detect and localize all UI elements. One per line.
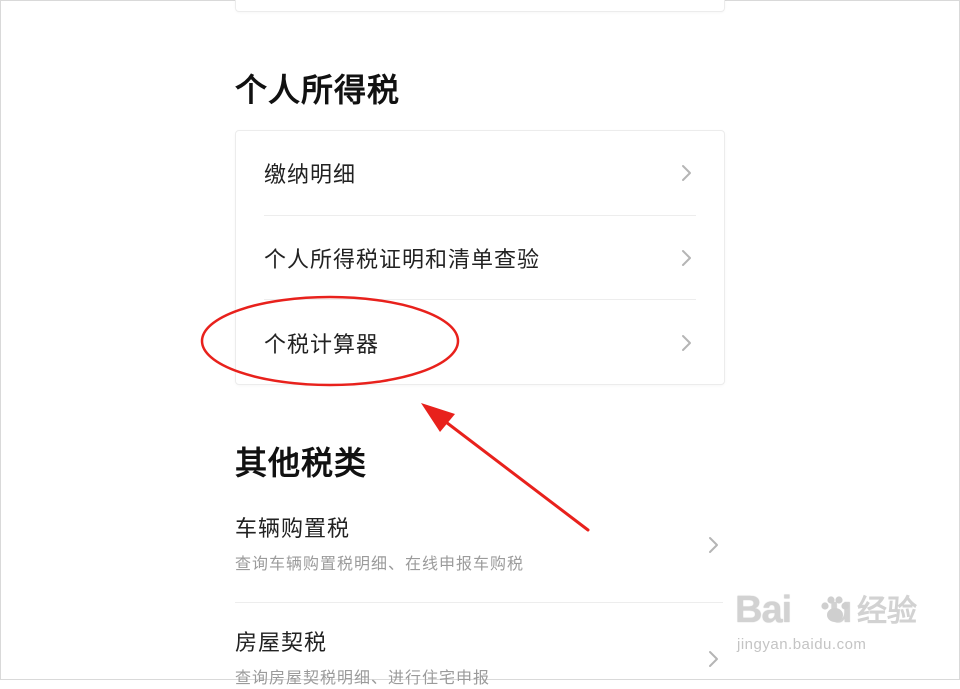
previous-card-bottom <box>235 0 725 12</box>
watermark-cn: 经验 <box>857 594 917 629</box>
watermark: Bai u 经验 jingyan.baidu.com <box>735 588 925 660</box>
list-item-title: 房屋契税 <box>235 631 328 656</box>
arrow-icon <box>421 403 590 532</box>
section-title-other-taxes: 其他税类 <box>235 444 368 482</box>
watermark-url: jingyan.baidu.com <box>737 636 867 653</box>
chevron-right-icon <box>682 335 691 351</box>
personal-income-tax-card: 缴纳明细 个人所得税证明和清单查验 个税计算器 <box>235 130 725 385</box>
paw-icon <box>821 596 849 622</box>
divider <box>264 299 696 300</box>
list-item-house-deed-tax[interactable]: 房屋契税 查询房屋契税明细、进行住宅申报 <box>235 629 723 689</box>
menu-item-certificate-verification[interactable]: 个人所得税证明和清单查验 <box>264 216 696 300</box>
chevron-right-icon <box>682 165 691 181</box>
menu-item-label: 个人所得税证明和清单查验 <box>264 248 541 273</box>
list-item-description: 查询房屋契税明细、进行住宅申报 <box>235 668 491 687</box>
section-title-personal-income-tax: 个人所得税 <box>235 71 401 109</box>
watermark-brand: Bai u <box>735 589 852 631</box>
menu-item-payment-details[interactable]: 缴纳明细 <box>264 131 696 215</box>
list-item-title: 车辆购置税 <box>235 517 351 542</box>
menu-item-label: 个税计算器 <box>264 333 380 358</box>
divider <box>235 602 723 603</box>
chevron-right-icon <box>709 537 718 553</box>
chevron-right-icon <box>682 250 691 266</box>
chevron-right-icon <box>709 651 718 667</box>
list-item-description: 查询车辆购置税明细、在线申报车购税 <box>235 554 525 573</box>
menu-item-label: 缴纳明细 <box>264 163 357 188</box>
list-item-vehicle-purchase-tax[interactable]: 车辆购置税 查询车辆购置税明细、在线申报车购税 <box>235 515 723 601</box>
menu-item-tax-calculator[interactable]: 个税计算器 <box>264 301 696 385</box>
